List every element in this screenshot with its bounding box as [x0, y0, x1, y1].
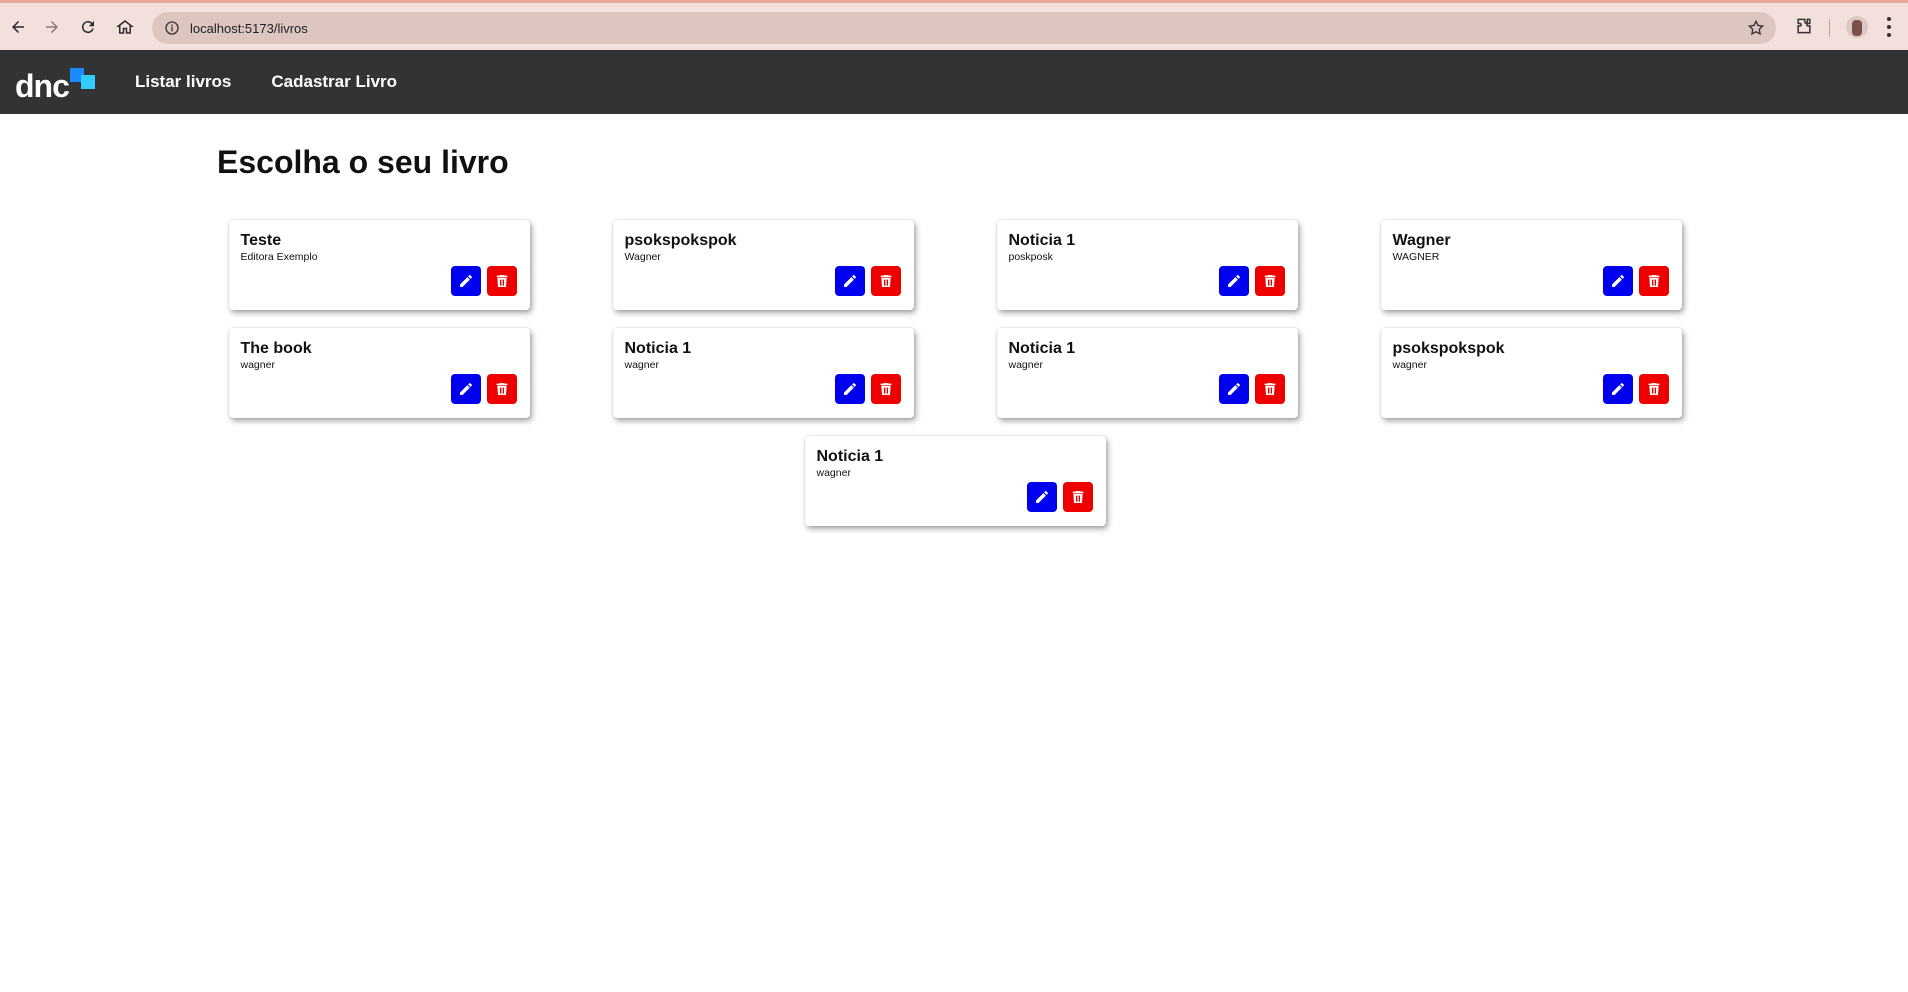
book-grid: Teste Editora Exemplo psokspokspok Wagne…	[228, 220, 1682, 526]
card-actions	[1218, 374, 1285, 404]
edit-button[interactable]	[1026, 482, 1057, 512]
edit-button[interactable]	[1218, 266, 1249, 296]
trash-icon	[880, 383, 891, 395]
edit-button[interactable]	[834, 374, 865, 404]
book-title: Wagner	[1392, 232, 1451, 249]
trash-icon	[1264, 275, 1275, 287]
book-card: Wagner WAGNER	[1380, 220, 1682, 310]
book-publisher: Editora Exemplo	[240, 251, 318, 263]
card-actions	[834, 266, 901, 296]
book-publisher: Wagner	[624, 251, 661, 263]
home-button[interactable]	[112, 14, 138, 40]
nav-link-cadastrar-livro[interactable]: Cadastrar Livro	[271, 72, 397, 92]
pencil-icon	[459, 383, 472, 395]
trash-icon	[880, 275, 891, 287]
pencil-icon	[1227, 275, 1240, 287]
book-card: Noticia 1 wagner	[996, 328, 1298, 418]
trash-icon	[1072, 491, 1083, 503]
book-card: psokspokspok wagner	[1380, 328, 1682, 418]
page-title: Escolha o seu livro	[217, 144, 509, 180]
book-publisher: wagner	[816, 467, 851, 479]
edit-button[interactable]	[1602, 266, 1633, 296]
delete-button[interactable]	[486, 266, 517, 296]
pencil-icon	[1227, 383, 1240, 395]
kebab-menu-icon[interactable]	[1886, 17, 1892, 37]
forward-button[interactable]	[39, 14, 65, 40]
pencil-icon	[1035, 491, 1048, 503]
trash-icon	[496, 383, 507, 395]
delete-button[interactable]	[1062, 482, 1093, 512]
book-publisher: poskposk	[1008, 251, 1053, 263]
trash-icon	[1648, 275, 1659, 287]
edit-button[interactable]	[450, 374, 481, 404]
browser-toolbar: localhost:5173/livros	[0, 0, 1908, 50]
book-title: Teste	[240, 232, 282, 249]
edit-button[interactable]	[450, 266, 481, 296]
book-title: Noticia 1	[1008, 340, 1076, 357]
delete-button[interactable]	[1638, 266, 1669, 296]
book-title: Noticia 1	[1008, 232, 1076, 249]
avatar[interactable]	[1846, 16, 1868, 38]
address-bar[interactable]: localhost:5173/livros	[152, 12, 1776, 44]
book-publisher: WAGNER	[1392, 251, 1440, 263]
reload-button[interactable]	[75, 14, 101, 40]
edit-button[interactable]	[1218, 374, 1249, 404]
trash-icon	[1264, 383, 1275, 395]
book-title: The book	[240, 340, 312, 357]
pencil-icon	[459, 275, 472, 287]
delete-button[interactable]	[1254, 374, 1285, 404]
delete-button[interactable]	[486, 374, 517, 404]
delete-button[interactable]	[870, 266, 901, 296]
book-title: Noticia 1	[624, 340, 692, 357]
arrow-right-icon	[46, 21, 58, 33]
logo-text: dnc	[15, 68, 70, 104]
trash-icon	[496, 275, 507, 287]
book-card: Noticia 1 wagner	[612, 328, 914, 418]
card-actions	[1218, 266, 1285, 296]
book-card: Teste Editora Exemplo	[228, 220, 530, 310]
card-actions	[1026, 482, 1093, 512]
logo-accent-square	[81, 75, 95, 89]
book-card: Noticia 1 wagner	[804, 436, 1106, 526]
reload-icon	[81, 21, 94, 34]
delete-button[interactable]	[1254, 266, 1285, 296]
back-button[interactable]	[5, 14, 31, 40]
card-actions	[1602, 374, 1669, 404]
book-title: psokspokspok	[624, 232, 737, 249]
card-actions	[450, 374, 517, 404]
home-icon	[116, 20, 134, 34]
app-header: dnc Listar livros Cadastrar Livro	[0, 50, 1908, 114]
url-text: localhost:5173/livros	[190, 20, 308, 36]
book-publisher: wagner	[240, 359, 275, 371]
pencil-icon	[1611, 275, 1624, 287]
delete-button[interactable]	[1638, 374, 1669, 404]
pencil-icon	[843, 275, 856, 287]
dnc-logo[interactable]: dnc	[15, 60, 97, 104]
edit-button[interactable]	[1602, 374, 1633, 404]
pencil-icon	[843, 383, 856, 395]
info-icon[interactable]	[162, 18, 182, 38]
book-publisher: wagner	[1392, 359, 1427, 371]
nav-link-listar-livros[interactable]: Listar livros	[135, 72, 231, 92]
book-title: psokspokspok	[1392, 340, 1505, 357]
book-card: Noticia 1 poskposk	[996, 220, 1298, 310]
star-icon[interactable]	[1746, 18, 1766, 38]
pencil-icon	[1611, 383, 1624, 395]
toolbar-divider	[1829, 19, 1830, 37]
book-card: psokspokspok Wagner	[612, 220, 914, 310]
trash-icon	[1648, 383, 1659, 395]
card-actions	[450, 266, 517, 296]
puzzle-icon[interactable]	[1793, 15, 1815, 37]
book-card: The book wagner	[228, 328, 530, 418]
book-publisher: wagner	[624, 359, 659, 371]
book-publisher: wagner	[1008, 359, 1043, 371]
edit-button[interactable]	[834, 266, 865, 296]
card-actions	[1602, 266, 1669, 296]
delete-button[interactable]	[870, 374, 901, 404]
card-actions	[834, 374, 901, 404]
book-title: Noticia 1	[816, 448, 884, 465]
arrow-left-icon	[12, 21, 24, 33]
